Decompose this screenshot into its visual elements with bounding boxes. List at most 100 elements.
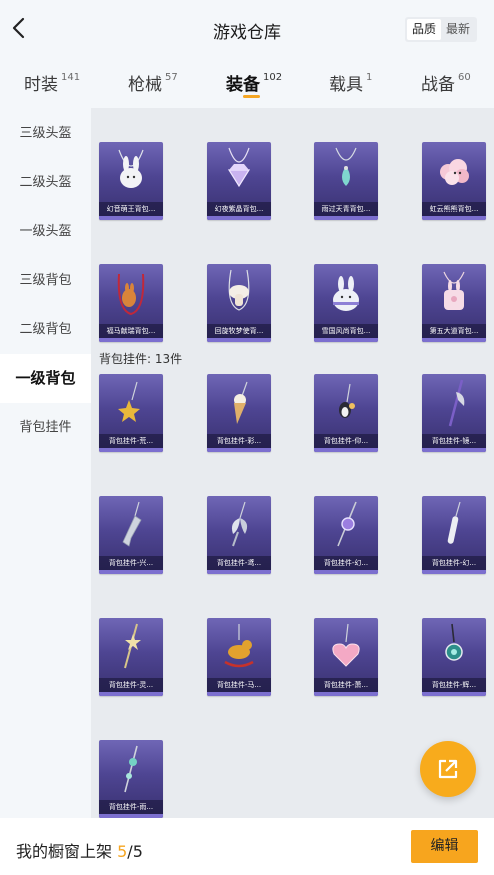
- item-name: 背包挂件-萧...: [314, 678, 378, 692]
- tab-equipment[interactable]: 装备 102: [226, 70, 282, 95]
- item-name: 背包挂件-马...: [207, 678, 271, 692]
- mushroom-backpack-icon: [207, 264, 271, 324]
- sidebar-item-level2-helmet[interactable]: 二级头盔: [0, 158, 91, 207]
- item-card[interactable]: 背包挂件-幻...: [314, 496, 378, 574]
- tab-label: 时装: [24, 75, 58, 95]
- tab-label: 枪械: [128, 75, 162, 95]
- item-card[interactable]: 背包挂件-辉...: [422, 618, 486, 696]
- item-card[interactable]: 背包挂件-荒...: [99, 374, 163, 452]
- header: 游戏仓库 品质 最新: [0, 0, 494, 58]
- sidebar: 三级头盔 二级头盔 一级头盔 三级背包 二级背包 一级背包 背包挂件: [0, 108, 91, 818]
- item-name: 幻音萌王背包...: [99, 202, 163, 216]
- section-label-charms: 背包挂件: 13件: [99, 352, 183, 366]
- item-name: 雪国风尚背包...: [314, 324, 378, 338]
- item-card[interactable]: 福马献瑞背包...: [99, 264, 163, 342]
- bottom-bar: 我的橱窗上架 5/5 编辑: [0, 818, 494, 875]
- item-card[interactable]: 背包挂件-马...: [207, 618, 271, 696]
- tab-tactical[interactable]: 战备 60: [421, 70, 471, 95]
- tab-count: 102: [263, 72, 283, 84]
- sort-toggle[interactable]: 品质 最新: [405, 17, 477, 42]
- sort-option-quality[interactable]: 品质: [407, 19, 441, 40]
- item-name: 背包挂件-鸢...: [207, 556, 271, 570]
- gold-wand-charm-icon: [99, 618, 163, 678]
- tab-count: 57: [165, 72, 178, 84]
- red-horse-backpack-icon: [99, 264, 163, 324]
- silver-gun-charm-icon: [99, 496, 163, 556]
- item-card[interactable]: 背包挂件-幻...: [422, 496, 486, 574]
- tab-count: 141: [61, 72, 81, 84]
- tab-count: 60: [458, 72, 471, 84]
- penguin-charm-icon: [314, 374, 378, 434]
- share-button[interactable]: [420, 741, 476, 797]
- edit-button[interactable]: 编辑: [411, 830, 478, 863]
- item-card[interactable]: 背包挂件-雨...: [99, 740, 163, 818]
- rocking-horse-charm-icon: [207, 618, 271, 678]
- tab-fashion[interactable]: 时装 141: [24, 70, 80, 95]
- snow-bunny-backpack-icon: [314, 264, 378, 324]
- pink-heart-charm-icon: [314, 618, 378, 678]
- item-name: 背包挂件-辉...: [422, 678, 486, 692]
- tab-label: 战备: [421, 75, 455, 95]
- item-grid: 幻音萌王背包... 幻夜紫晶背包... 雨过天青背包... 虹云熊熊背包...: [91, 108, 494, 818]
- item-name: 第五大道背包...: [422, 324, 486, 338]
- tab-label: 装备: [226, 75, 260, 95]
- pink-cloud-bear-backpack-icon: [422, 142, 486, 202]
- white-bunny-backpack-icon: [99, 142, 163, 202]
- item-name: 背包挂件-幻...: [314, 556, 378, 570]
- tab-firearms[interactable]: 枪械 57: [128, 70, 178, 95]
- item-card[interactable]: 背包挂件-萧...: [314, 618, 378, 696]
- sort-option-newest[interactable]: 最新: [441, 19, 475, 40]
- item-card[interactable]: 幻夜紫晶背包...: [207, 142, 271, 220]
- gold-star-charm-icon: [99, 374, 163, 434]
- item-name: 虹云熊熊背包...: [422, 202, 486, 216]
- teal-drop-backpack-icon: [314, 142, 378, 202]
- item-card[interactable]: 背包挂件-仰...: [314, 374, 378, 452]
- ice-cream-charm-icon: [207, 374, 271, 434]
- item-name: 背包挂件-荒...: [99, 434, 163, 448]
- item-card[interactable]: 背包挂件-兴...: [99, 496, 163, 574]
- item-name: 回旋牧梦使背...: [207, 324, 271, 338]
- item-card[interactable]: 回旋牧梦使背...: [207, 264, 271, 342]
- item-card[interactable]: 第五大道背包...: [422, 264, 486, 342]
- item-card[interactable]: 背包挂件-灵...: [99, 618, 163, 696]
- item-card[interactable]: 雪国风尚背包...: [314, 264, 378, 342]
- sidebar-item-level1-helmet[interactable]: 一级头盔: [0, 207, 91, 256]
- item-name: 背包挂件-仰...: [314, 434, 378, 448]
- item-card[interactable]: 虹云熊熊背包...: [422, 142, 486, 220]
- item-card[interactable]: 背包挂件-彩...: [207, 374, 271, 452]
- item-name: 背包挂件-灵...: [99, 678, 163, 692]
- showcase-status: 我的橱窗上架 5/5: [16, 838, 143, 862]
- teal-sword-charm-icon: [99, 740, 163, 800]
- showcase-label: 我的橱窗上架: [16, 842, 113, 861]
- item-name: 背包挂件-镜...: [422, 434, 486, 448]
- pink-bunny-bag-icon: [422, 264, 486, 324]
- item-name: 背包挂件-彩...: [207, 434, 271, 448]
- axe-charm-icon: [422, 374, 486, 434]
- showcase-current: 5: [117, 842, 128, 861]
- item-card[interactable]: 背包挂件-镜...: [422, 374, 486, 452]
- silver-fairy-charm-icon: [207, 496, 271, 556]
- item-name: 雨过天青背包...: [314, 202, 378, 216]
- purple-gem-backpack-icon: [207, 142, 271, 202]
- tab-vehicles[interactable]: 载具 1: [329, 70, 372, 95]
- app-root: 游戏仓库 品质 最新 时装 141 枪械 57 装备 102 载具 1 战备 60 三级头…: [0, 0, 494, 875]
- tab-count: 1: [366, 72, 373, 84]
- tab-label: 载具: [329, 75, 363, 95]
- item-name: 背包挂件-兴...: [99, 556, 163, 570]
- showcase-total: 5: [132, 842, 143, 861]
- item-card[interactable]: 背包挂件-鸢...: [207, 496, 271, 574]
- item-name: 幻夜紫晶背包...: [207, 202, 271, 216]
- bone-charm-icon: [422, 496, 486, 556]
- purple-orb-charm-icon: [314, 496, 378, 556]
- active-tab-indicator: [243, 95, 260, 98]
- sidebar-item-level1-backpack[interactable]: 一级背包: [0, 354, 91, 403]
- sidebar-item-backpack-charm[interactable]: 背包挂件: [0, 403, 91, 452]
- item-card[interactable]: 幻音萌王背包...: [99, 142, 163, 220]
- teal-locket-charm-icon: [422, 618, 486, 678]
- sidebar-item-level2-backpack[interactable]: 二级背包: [0, 305, 91, 354]
- item-name: 背包挂件-雨...: [99, 800, 163, 814]
- sidebar-item-level3-helmet[interactable]: 三级头盔: [0, 109, 91, 158]
- sidebar-item-level3-backpack[interactable]: 三级背包: [0, 256, 91, 305]
- item-card[interactable]: 雨过天青背包...: [314, 142, 378, 220]
- item-name: 背包挂件-幻...: [422, 556, 486, 570]
